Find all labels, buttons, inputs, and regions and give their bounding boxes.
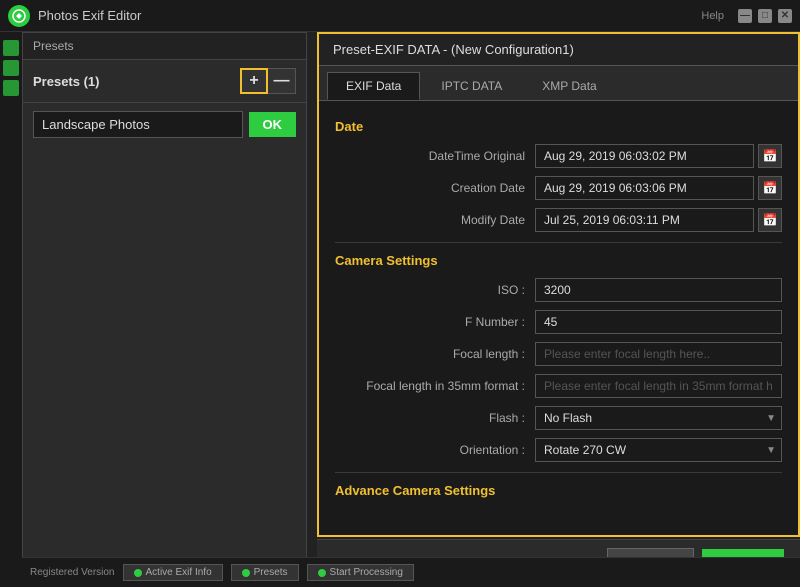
strip-icon-2 (3, 60, 19, 76)
iso-input[interactable] (535, 278, 782, 302)
fnumber-input-wrap (535, 310, 782, 334)
exif-content: Date DateTime Original 📅 Creation Date 📅 (319, 101, 798, 535)
strip-icon-3 (3, 80, 19, 96)
app-title: Photos Exif Editor (38, 8, 701, 23)
presets-header-label: Presets (33, 39, 74, 53)
focal-length-label: Focal length : (335, 347, 535, 361)
registered-label: Registered Version (30, 567, 115, 578)
divider-2 (335, 472, 782, 473)
iso-label: ISO : (335, 283, 535, 297)
presets-title: Presets (1) (33, 74, 99, 89)
camera-section-title: Camera Settings (335, 253, 782, 268)
presets-bottom-button[interactable]: Presets (231, 564, 299, 581)
creation-date-input-wrap: 📅 (535, 176, 782, 200)
start-processing-label: Start Processing (330, 567, 403, 578)
exif-panel-title: Preset-EXIF DATA - (New Configuration1) (319, 34, 798, 66)
green-dot-1 (134, 569, 142, 577)
datetime-original-calendar[interactable]: 📅 (758, 144, 782, 168)
tab-exif-data[interactable]: EXIF Data (327, 72, 420, 100)
start-processing-button[interactable]: Start Processing (307, 564, 414, 581)
active-exif-info-label: Active Exif Info (146, 567, 212, 578)
field-row-fnumber: F Number : (335, 310, 782, 334)
field-row-focal-length-35mm: Focal length in 35mm format : (335, 374, 782, 398)
modify-date-calendar[interactable]: 📅 (758, 208, 782, 232)
focal-length-input-wrap (535, 342, 782, 366)
focal-length-input[interactable] (535, 342, 782, 366)
focal-length-35mm-input[interactable] (535, 374, 782, 398)
field-row-modify-date: Modify Date 📅 (335, 208, 782, 232)
orientation-select[interactable]: Rotate 270 CW Horizontal (Normal) Rotate… (535, 438, 782, 462)
flash-label: Flash : (335, 411, 535, 425)
minimize-button[interactable]: — (738, 9, 752, 23)
creation-date-input[interactable] (535, 176, 754, 200)
fnumber-label: F Number : (335, 315, 535, 329)
focal-length-35mm-label: Focal length in 35mm format : (335, 379, 535, 393)
modify-date-input[interactable] (535, 208, 754, 232)
datetime-original-input-wrap: 📅 (535, 144, 782, 168)
close-button[interactable]: ✕ (778, 9, 792, 23)
active-exif-info-button[interactable]: Active Exif Info (123, 564, 223, 581)
field-row-datetime-original: DateTime Original 📅 (335, 144, 782, 168)
date-section-title: Date (335, 119, 782, 134)
strip-icon-1 (3, 40, 19, 56)
modify-date-label: Modify Date (335, 213, 535, 227)
flash-select[interactable]: No Flash Flash Flash No Return Auto Flas… (535, 406, 782, 430)
title-bar: Photos Exif Editor Help — □ ✕ (0, 0, 800, 32)
preset-ok-button[interactable]: OK (249, 112, 297, 137)
green-dot-3 (318, 569, 326, 577)
datetime-original-label: DateTime Original (335, 149, 535, 163)
app-area: Presets Presets (1) + — OK Preset-EXIF D… (0, 32, 800, 587)
exif-tabs: EXIF Data IPTC DATA XMP Data (319, 66, 798, 101)
app-logo (8, 5, 30, 27)
help-label[interactable]: Help (701, 10, 724, 22)
tab-iptc-data[interactable]: IPTC DATA (422, 72, 521, 100)
field-row-orientation: Orientation : Rotate 270 CW Horizontal (… (335, 438, 782, 462)
modal-backdrop: Presets Presets (1) + — OK Preset-EXIF D… (22, 32, 800, 587)
datetime-original-input[interactable] (535, 144, 754, 168)
presets-input-row: OK (23, 103, 306, 146)
field-row-flash: Flash : No Flash Flash Flash No Return A… (335, 406, 782, 430)
divider-1 (335, 242, 782, 243)
field-row-focal-length: Focal length : (335, 342, 782, 366)
orientation-label: Orientation : (335, 443, 535, 457)
advance-section-title: Advance Camera Settings (335, 483, 782, 498)
preset-remove-button[interactable]: — (268, 68, 296, 94)
presets-panel: Presets Presets (1) + — OK (22, 32, 307, 587)
title-controls: Help — □ ✕ (701, 9, 792, 23)
presets-title-row: Presets (1) + — (23, 60, 306, 103)
presets-header: Presets (23, 33, 306, 60)
app-bottom-toolbar: Registered Version Active Exif Info Pres… (22, 557, 800, 587)
presets-btn-group: + — (240, 68, 296, 94)
tab-xmp-data[interactable]: XMP Data (523, 72, 615, 100)
presets-bottom-label: Presets (254, 567, 288, 578)
exif-panel: Preset-EXIF DATA - (New Configuration1) … (317, 32, 800, 537)
field-row-iso: ISO : (335, 278, 782, 302)
preset-name-input[interactable] (33, 111, 243, 138)
maximize-button[interactable]: □ (758, 9, 772, 23)
focal-length-35mm-input-wrap (535, 374, 782, 398)
flash-input-wrap: No Flash Flash Flash No Return Auto Flas… (535, 406, 782, 430)
green-dot-2 (242, 569, 250, 577)
field-row-creation-date: Creation Date 📅 (335, 176, 782, 200)
modify-date-input-wrap: 📅 (535, 208, 782, 232)
iso-input-wrap (535, 278, 782, 302)
creation-date-label: Creation Date (335, 181, 535, 195)
fnumber-input[interactable] (535, 310, 782, 334)
left-strip (0, 32, 22, 587)
creation-date-calendar[interactable]: 📅 (758, 176, 782, 200)
preset-add-button[interactable]: + (240, 68, 268, 94)
orientation-input-wrap: Rotate 270 CW Horizontal (Normal) Rotate… (535, 438, 782, 462)
